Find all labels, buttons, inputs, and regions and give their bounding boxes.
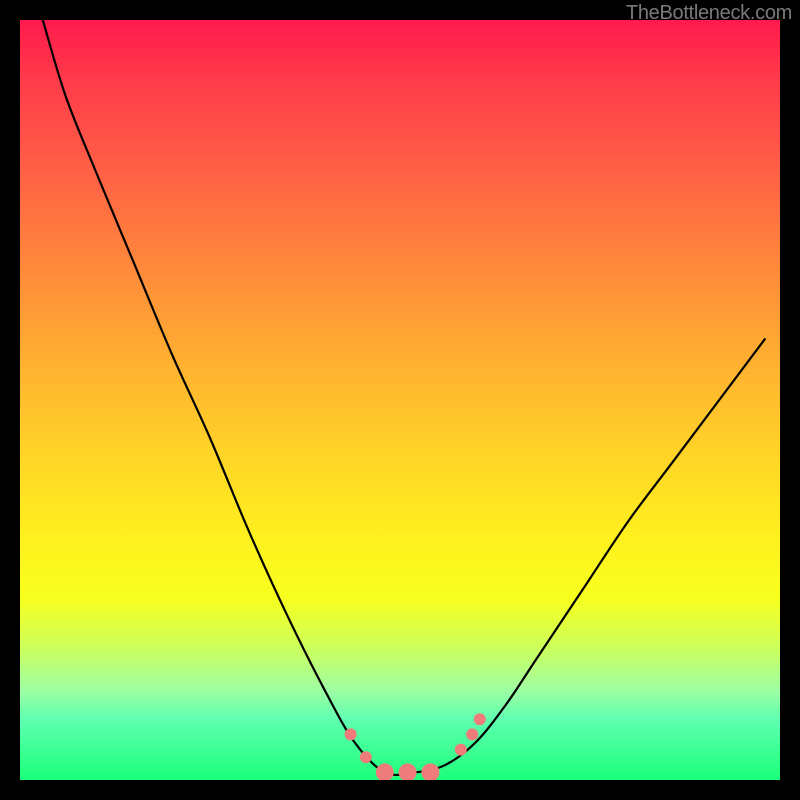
bottleneck-curve [43,20,765,775]
marker-dot [466,728,478,740]
marker-dot [474,713,486,725]
curve-layer [20,20,780,780]
marker-dot [376,763,394,780]
marker-dot [345,728,357,740]
marker-dot [455,744,467,756]
plot-area [20,20,780,780]
highlight-markers [345,713,486,780]
marker-dot [399,763,417,780]
watermark-text: TheBottleneck.com [626,2,792,25]
marker-dot [360,751,372,763]
marker-dot [421,763,439,780]
chart-frame: TheBottleneck.com [0,0,800,800]
